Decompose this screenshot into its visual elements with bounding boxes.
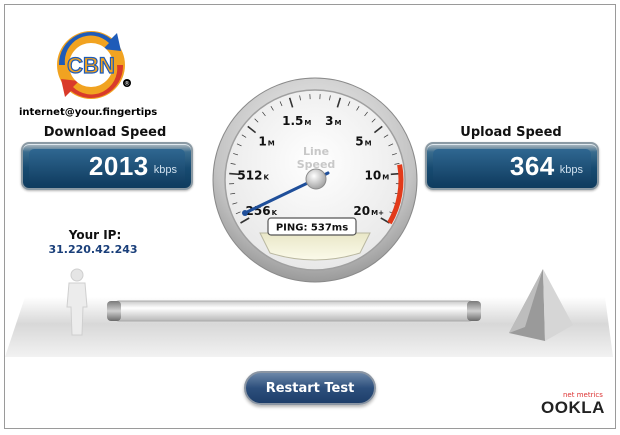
download-speed-value: 2013 [88,150,149,181]
gauge-hub [305,168,327,190]
cbn-logo: CBN ® [57,31,131,99]
speed-gauge: 256K512K1M1.5M 3M5M10M20M+ Line Speed PIN… [212,77,418,283]
upload-speed-label: Upload Speed [460,125,562,140]
gauge-line-label: Line [303,145,329,158]
upload-speed-unit: kbps [559,163,583,176]
speedtest-frame: CBN ® internet@your.fingertips Download … [4,4,616,429]
person-icon [66,268,88,336]
pyramid-icon [509,269,573,341]
ip-value: 31.220.42.243 [48,243,138,256]
download-speed-label: Download Speed [43,125,167,140]
logo-text: CBN [67,53,115,78]
ping-text: PING: 537ms [276,223,348,234]
svg-text:®: ® [124,81,130,88]
tube-left-cap [107,301,121,321]
tube-right-cap [467,301,481,321]
ip-label: Your IP: [68,228,122,242]
upload-speed-value: 364 [509,150,555,181]
download-speed-panel: 2013 kbps [21,142,193,190]
ookla-logo: OOKLA [541,398,605,417]
upload-speed-panel: 364 kbps [425,142,599,190]
logo-tagline: internet@your.fingertips [19,107,158,118]
download-speed-unit: kbps [153,163,177,176]
progress-tube [112,300,476,322]
restart-test-button[interactable]: Restart Test [244,371,376,405]
